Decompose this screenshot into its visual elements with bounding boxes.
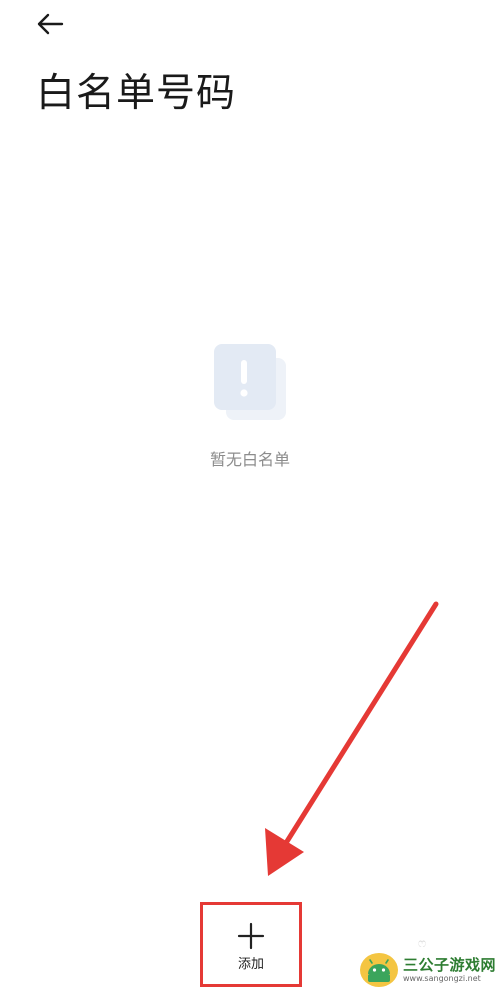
- faint-mark: ෆ: [418, 936, 427, 950]
- android-logo-icon: [359, 953, 398, 987]
- page-title: 白名单号码: [36, 71, 237, 116]
- watermark-name: 三公子游戏网: [402, 956, 496, 974]
- add-button[interactable]: 添加: [200, 902, 302, 987]
- back-button[interactable]: [26, 4, 74, 44]
- exclamation-card-icon: [214, 344, 286, 420]
- annotation-arrow: [265, 601, 439, 876]
- plus-icon: [237, 922, 265, 949]
- watermark: 三公子游戏网 www.sangongzi.net: [359, 950, 496, 990]
- add-button-label: 添加: [237, 956, 264, 972]
- back-arrow-icon: [37, 13, 64, 35]
- empty-state-message: 暂无白名单: [209, 450, 290, 469]
- watermark-url: www.sangongzi.net: [402, 974, 481, 983]
